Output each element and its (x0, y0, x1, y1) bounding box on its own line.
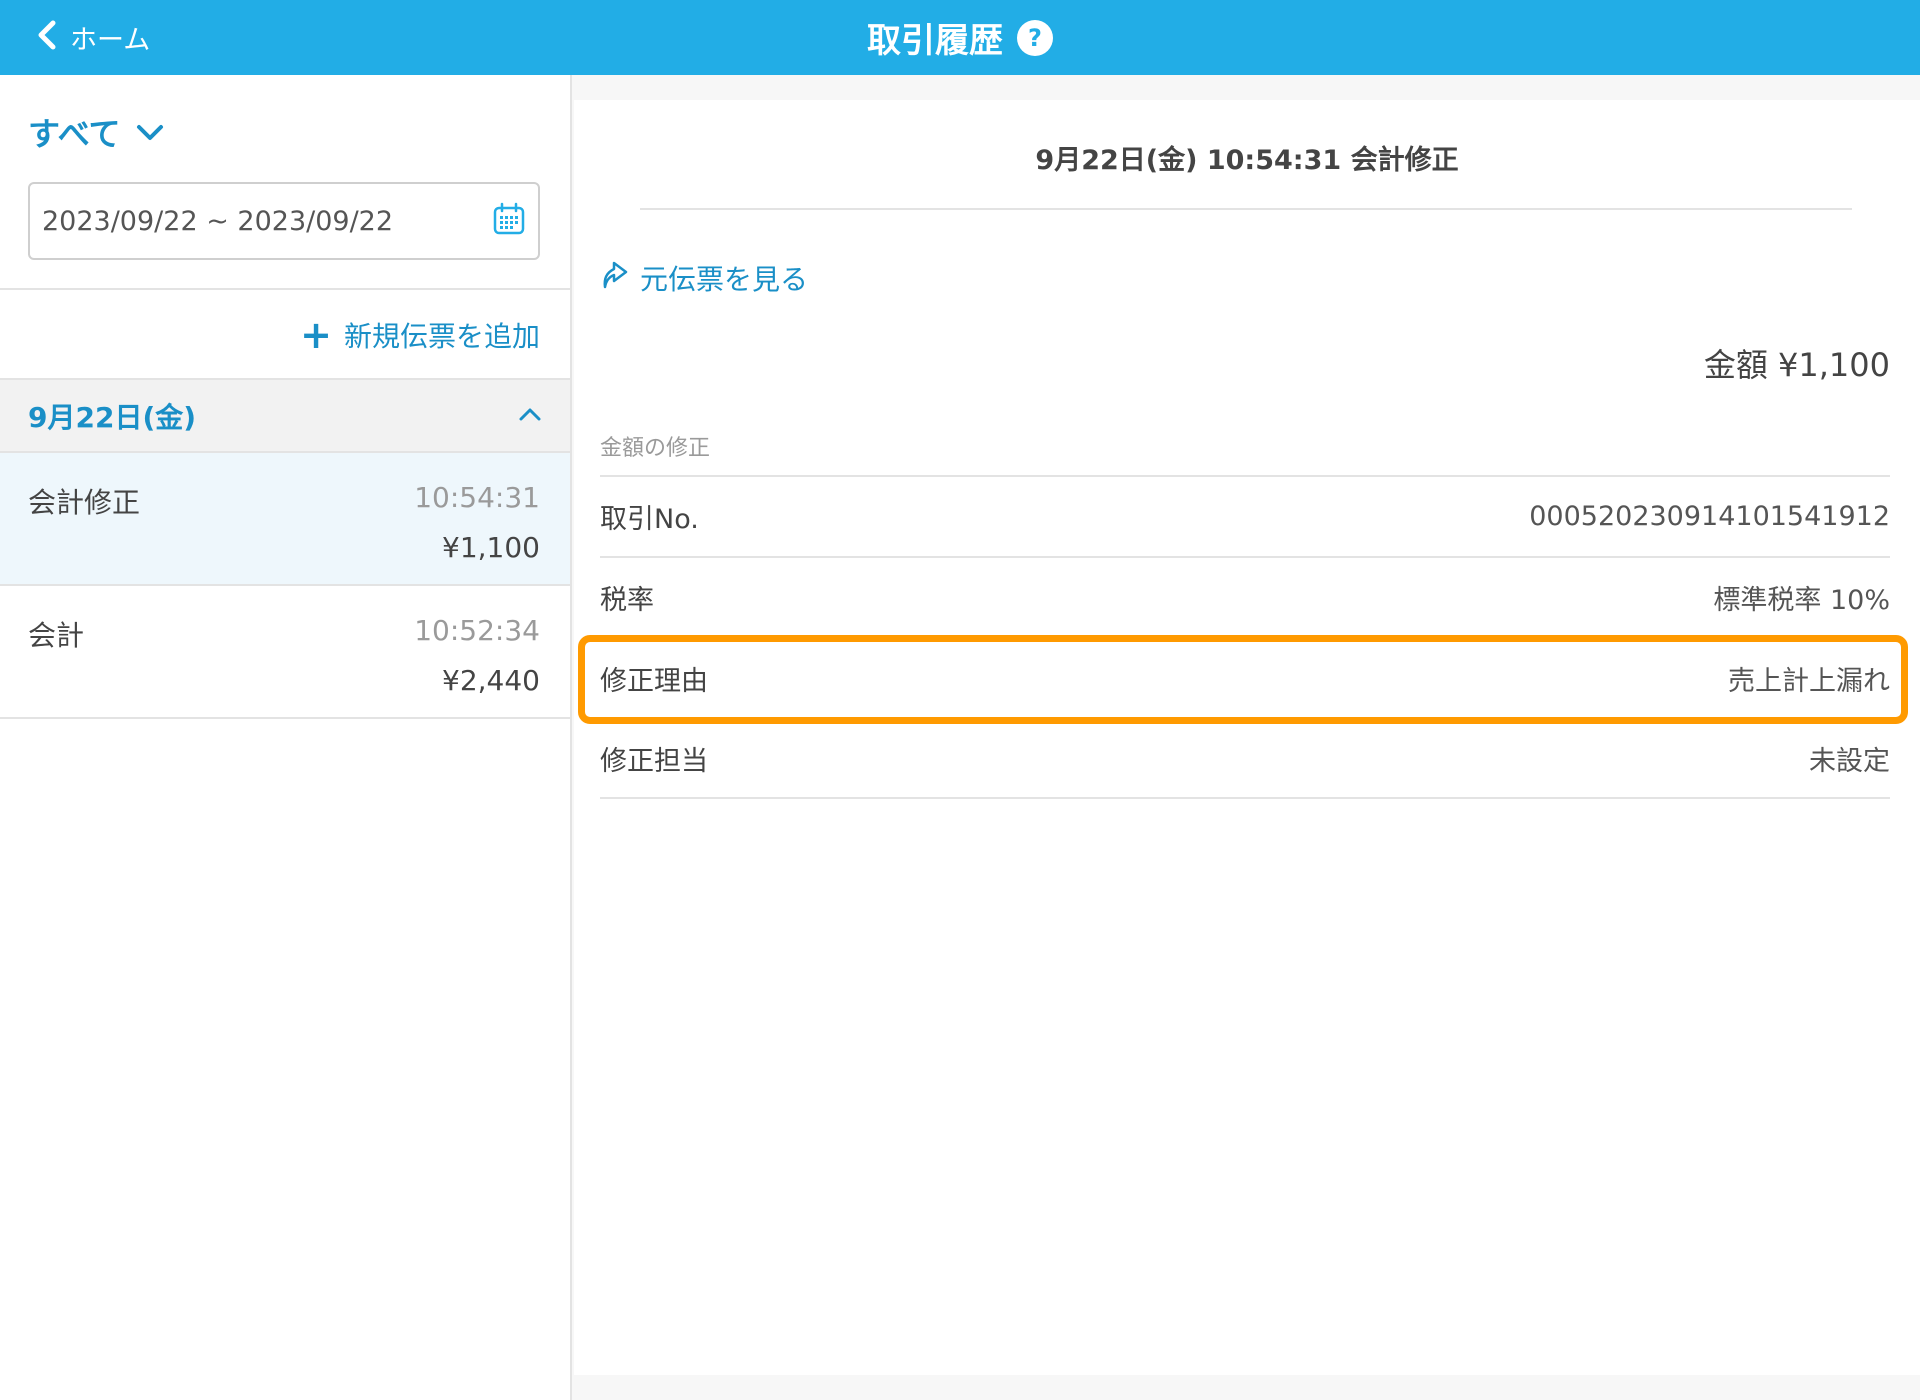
link-arrow-icon (600, 257, 630, 298)
chevron-left-icon (36, 20, 58, 54)
transaction-time: 10:52:34 (414, 614, 540, 647)
sidebar: すべて 2023/09/22 ~ 2023/09/22 + 新規伝票を追加 9月 (0, 75, 572, 1400)
view-original-slip-link[interactable]: 元伝票を見る (600, 257, 808, 298)
filter-dropdown[interactable]: すべて (28, 109, 164, 155)
add-new-slip-label: 新規伝票を追加 (343, 320, 540, 353)
section-label: 金額の修正 (600, 436, 711, 461)
row-label: 取引No. (600, 504, 699, 535)
help-icon[interactable]: ? (1017, 19, 1053, 56)
detail-row-tax-rate: 税率 標準税率 10% (600, 556, 1890, 637)
transaction-amount: ¥2,440 (442, 664, 540, 697)
row-label: 修正理由 (600, 666, 708, 697)
back-label: ホーム (70, 24, 151, 56)
detail-row-correction-staff: 修正担当 未設定 (600, 718, 1890, 799)
calendar-icon[interactable] (492, 202, 526, 240)
detail-row-transaction-no: 取引No. 00052023091410154191​2 (600, 475, 1890, 556)
row-value: 00052023091410154191​2 (1529, 501, 1890, 532)
date-group-label: 9月22日(金) (28, 400, 197, 434)
transaction-amount: ¥1,100 (442, 531, 540, 564)
sidebar-divider (0, 288, 570, 290)
row-value: 標準税率 10% (1713, 585, 1890, 616)
transaction-type: 会計 (28, 619, 85, 652)
header-title-group: 取引履歴 ? (0, 0, 1920, 75)
amount-total: 金額 ¥1,100 (1703, 346, 1890, 384)
chevron-down-icon (136, 113, 164, 151)
title-divider (640, 208, 1852, 210)
row-value: 売上計上漏れ (1728, 666, 1890, 697)
page-title: 取引履歴 (867, 21, 1003, 61)
transaction-item[interactable]: 会計 10:52:34 ¥2,440 (0, 586, 570, 719)
app-header: ホーム 取引履歴 ? (0, 0, 1920, 75)
detail-panel: 9月22日(金) 10:54:31 会計修正 元伝票を見る 金額 ¥1,100 … (574, 100, 1920, 1375)
chevron-up-icon (518, 406, 542, 426)
transaction-item[interactable]: 会計修正 10:54:31 ¥1,100 (0, 453, 570, 586)
back-home-button[interactable]: ホーム (36, 14, 150, 60)
transaction-type: 会計修正 (28, 486, 141, 519)
date-group-header[interactable]: 9月22日(金) (0, 378, 570, 453)
filter-label: すべて (28, 115, 121, 153)
date-range-field[interactable]: 2023/09/22 ~ 2023/09/22 (28, 182, 540, 260)
add-new-slip-button[interactable]: + 新規伝票を追加 (300, 315, 540, 355)
row-label: 税率 (600, 585, 654, 616)
transaction-time: 10:54:31 (414, 481, 540, 514)
row-label: 修正担当 (600, 746, 708, 777)
view-original-slip-label: 元伝票を見る (640, 262, 809, 296)
date-range-value: 2023/09/22 ~ 2023/09/22 (42, 205, 394, 237)
plus-icon: + (300, 313, 332, 357)
detail-row-correction-reason: 修正理由 売上計上漏れ (600, 637, 1890, 718)
row-value: 未設定 (1809, 746, 1890, 777)
detail-title: 9月22日(金) 10:54:31 会計修正 (1035, 145, 1459, 176)
